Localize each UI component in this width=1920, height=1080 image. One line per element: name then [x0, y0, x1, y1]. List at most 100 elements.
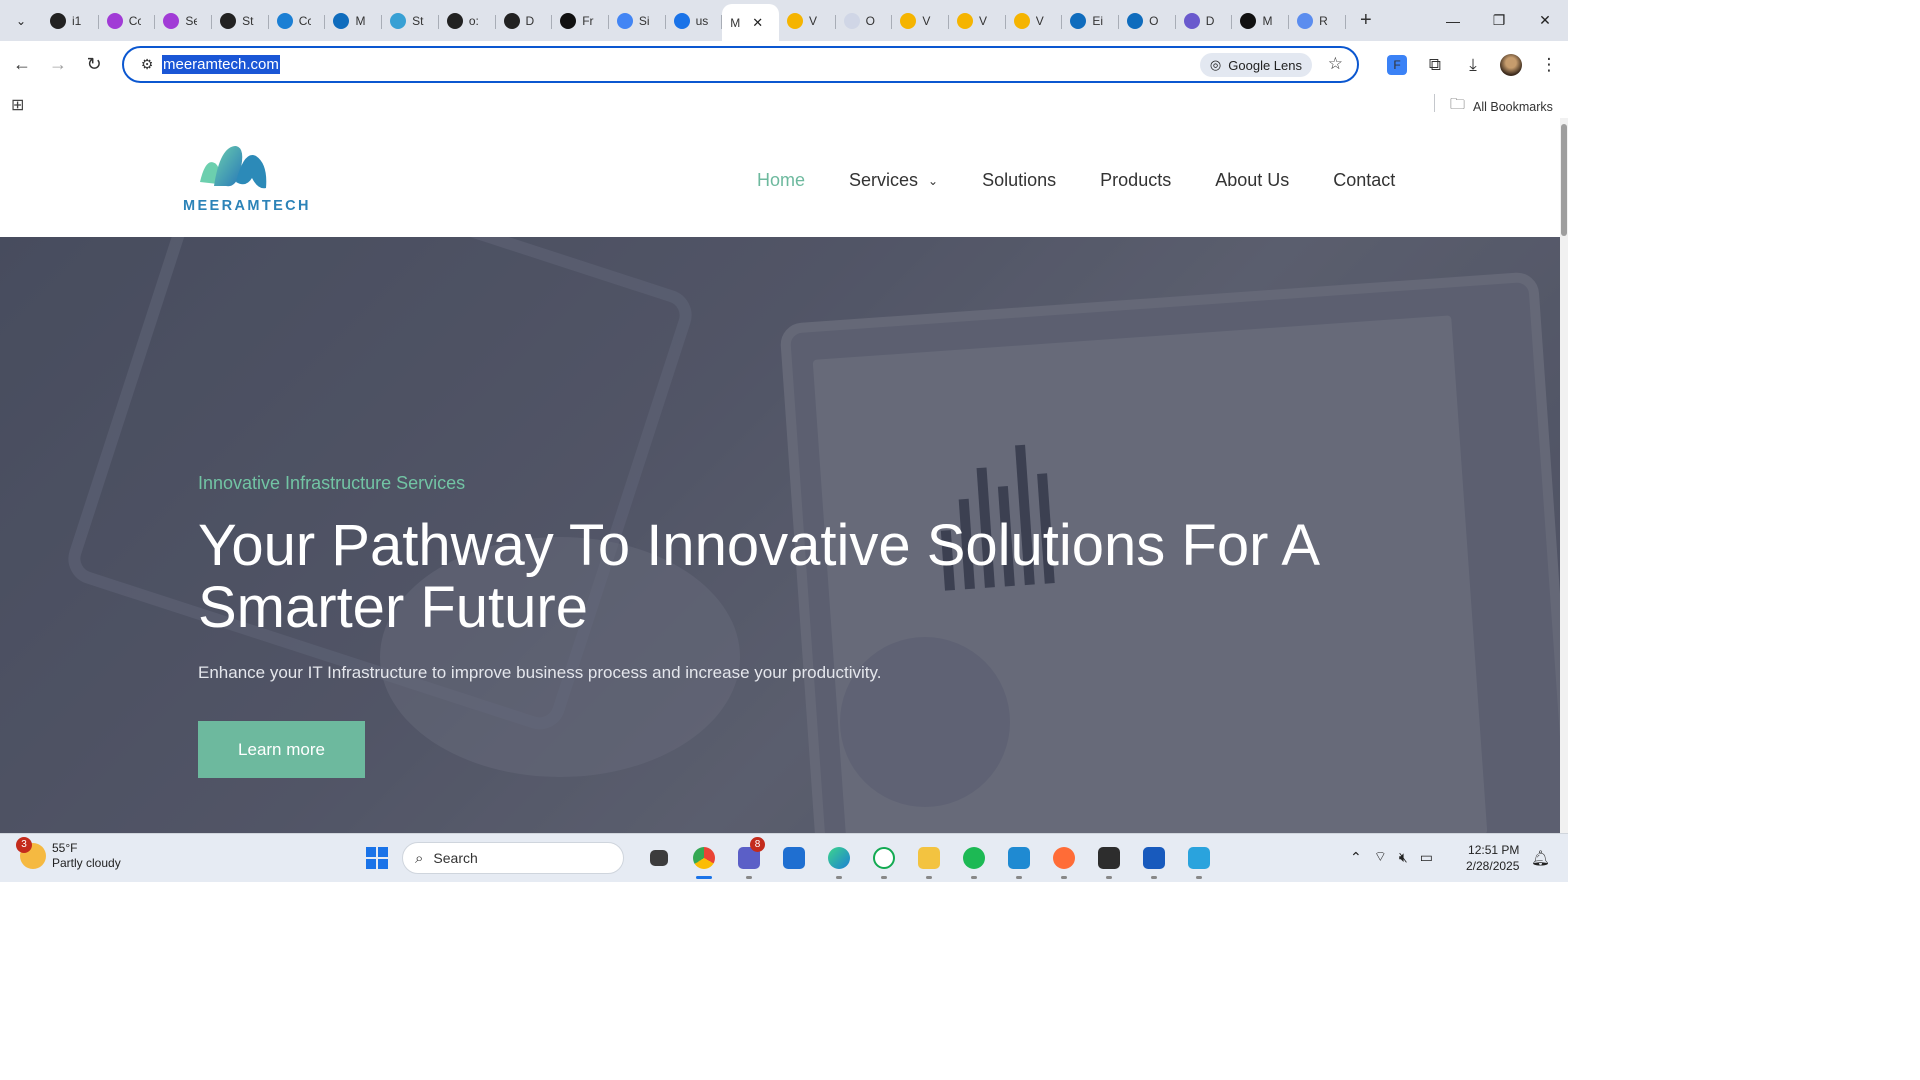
snipping-tool-icon[interactable]	[1176, 840, 1221, 879]
tab-title: V	[922, 13, 931, 28]
browser-tab[interactable]: M	[1232, 5, 1289, 37]
browser-tab[interactable]: D	[496, 5, 553, 37]
chevron-up-icon[interactable]: ⌃	[1350, 849, 1362, 866]
tab-title: D	[1205, 13, 1215, 28]
file-explorer-icon[interactable]	[906, 840, 951, 879]
browser-tab[interactable]: Si	[609, 5, 666, 37]
browser-tab[interactable]: M ✕	[722, 4, 779, 41]
url-text[interactable]: meeramtech.com	[162, 55, 280, 74]
start-button[interactable]	[360, 841, 394, 875]
browser-tab[interactable]: R	[1289, 5, 1346, 37]
tab-favicon-icon	[333, 12, 350, 29]
tab-favicon-icon	[106, 12, 123, 29]
tab-favicon-icon	[390, 12, 407, 29]
site-info-icon[interactable]: ⚙	[132, 56, 162, 73]
tab-favicon-icon	[1297, 12, 1314, 29]
extensions-puzzle-icon[interactable]: ⧉	[1416, 55, 1454, 75]
logo-icon[interactable]	[196, 142, 272, 192]
hero-section: Innovative Infrastructure Services Your …	[0, 237, 1560, 833]
snipping-app-icon[interactable]	[1086, 840, 1131, 879]
vscode-icon[interactable]	[996, 840, 1041, 879]
tab-favicon-icon	[843, 12, 860, 29]
browser-tab[interactable]: M	[325, 5, 382, 37]
extension-icon[interactable]: F	[1387, 54, 1407, 75]
browser-tab[interactable]: Cc	[269, 5, 326, 37]
tab-favicon-icon	[1013, 12, 1030, 29]
nav-services-label: Services	[849, 170, 919, 190]
browser-tab[interactable]: Cc	[99, 5, 156, 37]
browser-tab[interactable]: St	[382, 5, 439, 37]
browser-tab[interactable]: Fr	[552, 5, 609, 37]
bookmarks-divider	[1434, 94, 1435, 112]
profile-avatar[interactable]	[1500, 53, 1522, 76]
teams-icon[interactable]: 8	[726, 837, 771, 879]
postman-icon[interactable]	[1041, 840, 1086, 879]
tab-favicon-icon	[220, 12, 237, 29]
restore-button[interactable]: ❐	[1476, 0, 1522, 41]
notification-bell-icon[interactable]: 🔔︎	[1531, 849, 1550, 867]
browser-tab[interactable]: Ei	[1062, 5, 1119, 37]
scrollbar-thumb[interactable]	[1561, 124, 1567, 236]
nav-contact[interactable]: Contact	[1333, 170, 1395, 191]
tab-search-button[interactable]: ⌄	[6, 6, 36, 36]
chrome-icon[interactable]	[681, 840, 726, 879]
mongodb-icon[interactable]	[861, 840, 906, 879]
browser-tab[interactable]: o:	[439, 5, 496, 37]
word-icon[interactable]	[1131, 840, 1176, 879]
tab-favicon-icon	[163, 12, 180, 29]
browser-tab[interactable]: V	[1006, 5, 1063, 37]
learn-more-button[interactable]: Learn more	[198, 721, 365, 778]
clock[interactable]: 12:51 PM 2/28/2025	[1466, 842, 1519, 874]
task-view-icon[interactable]	[636, 840, 681, 876]
nav-home[interactable]: Home	[757, 170, 805, 191]
browser-tab[interactable]: i1	[42, 5, 99, 37]
close-window-button[interactable]: ✕	[1522, 0, 1568, 41]
logo-text[interactable]: MEERAMTECH	[183, 198, 311, 214]
tab-strip: ⌄ i1 Cc Se St Cc M St o: D Fr Si us M ✕ V O V V V Ei O D M R + …	[0, 0, 1568, 41]
weather-widget[interactable]: 3 55°F Partly cloudy	[16, 837, 121, 871]
reload-button[interactable]: ↻	[76, 47, 112, 83]
new-tab-button[interactable]: +	[1354, 9, 1378, 32]
bookmark-star-icon[interactable]: ☆	[1328, 54, 1343, 74]
tab-favicon-icon	[50, 12, 66, 29]
browser-tab[interactable]: D	[1176, 5, 1233, 37]
more-menu-icon[interactable]: ⋮	[1530, 55, 1568, 75]
tab-title: M	[355, 13, 366, 28]
tab-title: St	[412, 13, 424, 28]
browser-tab[interactable]: Se	[155, 5, 212, 37]
google-lens-button[interactable]: ◎ Google Lens	[1199, 53, 1312, 77]
search-icon: ⌕	[415, 849, 424, 867]
forward-button[interactable]: →	[40, 47, 76, 83]
minimize-button[interactable]: —	[1430, 0, 1476, 41]
browser-tab[interactable]: V	[779, 5, 836, 37]
nav-about-us[interactable]: About Us	[1215, 170, 1289, 191]
nav-services[interactable]: Services ⌄	[849, 170, 938, 191]
tab-title: us	[695, 13, 708, 28]
browser-tab[interactable]: St	[212, 5, 269, 37]
nav-products[interactable]: Products	[1100, 170, 1171, 191]
edge-icon[interactable]	[816, 840, 861, 879]
tab-favicon-icon	[446, 12, 463, 29]
volume-muted-icon[interactable]: 🔇︎	[1399, 849, 1408, 866]
back-button[interactable]: ←	[4, 47, 40, 83]
close-tab-icon[interactable]: ✕	[752, 15, 763, 31]
main-nav: Home Services ⌄ Solutions Products About…	[757, 170, 1395, 191]
browser-tab[interactable]: O	[1119, 5, 1176, 37]
apps-grid-icon[interactable]: ⊞	[11, 95, 24, 115]
store-icon[interactable]	[771, 840, 816, 876]
taskbar-search[interactable]: ⌕ Search	[402, 842, 624, 874]
wifi-icon[interactable]: ⌔	[1374, 848, 1387, 866]
battery-icon[interactable]: ▭	[1420, 849, 1433, 866]
download-icon[interactable]: ⤓	[1454, 55, 1492, 75]
windows-taskbar: 3 55°F Partly cloudy ⌕ Search 8 ⌃ ⌔ 🔇︎ ▭…	[0, 833, 1568, 882]
system-tray: ⌃ ⌔ 🔇︎ ▭	[1350, 848, 1445, 866]
nav-solutions[interactable]: Solutions	[982, 170, 1056, 191]
all-bookmarks-button[interactable]: 🗀 All Bookmarks	[1450, 94, 1553, 119]
address-bar[interactable]: ⚙ meeramtech.com ◎ Google Lens ☆	[122, 46, 1359, 83]
browser-tab[interactable]: us	[666, 5, 723, 37]
taskbar-apps: ⌕ Search 8	[360, 837, 1221, 879]
browser-tab[interactable]: V	[949, 5, 1006, 37]
spotify-icon[interactable]	[951, 840, 996, 879]
browser-tab[interactable]: V	[892, 5, 949, 37]
browser-tab[interactable]: O	[836, 5, 893, 37]
